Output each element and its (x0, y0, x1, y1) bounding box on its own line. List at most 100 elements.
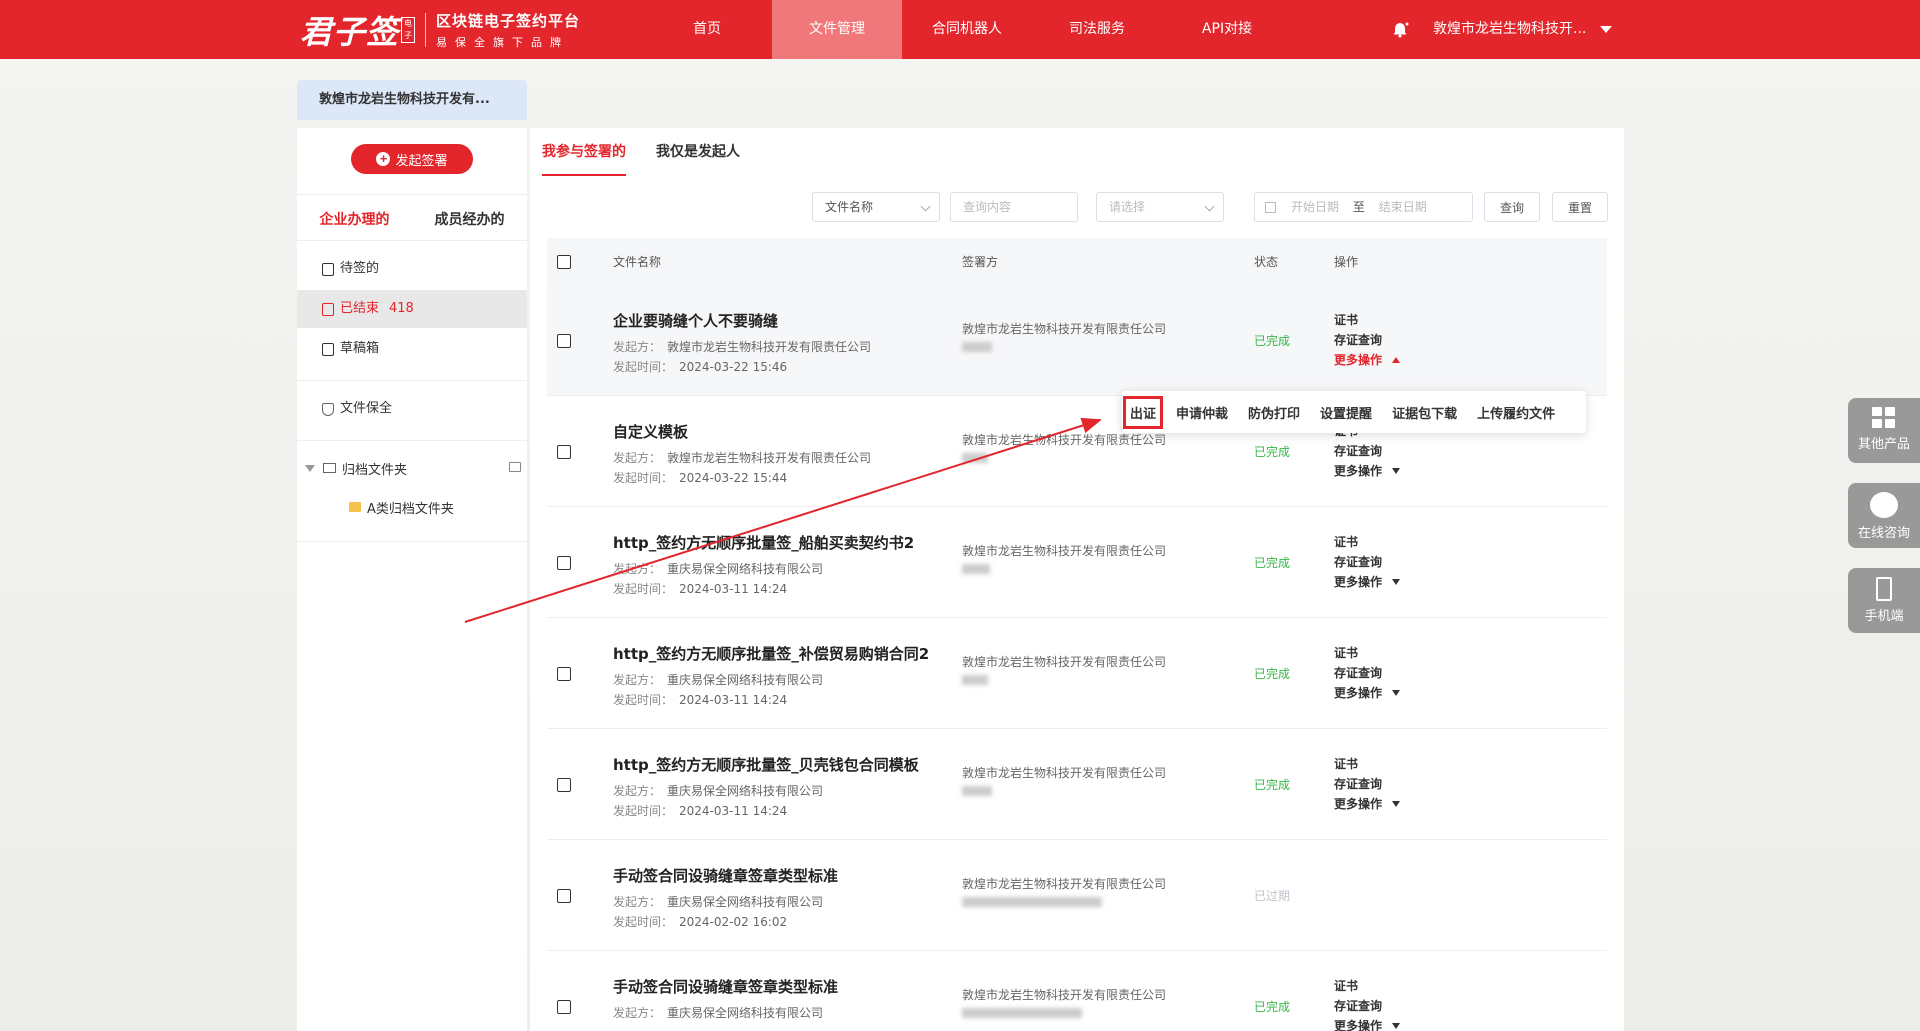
time-value: 2024-03-11 14:24 (679, 693, 788, 707)
nav-judicial-service[interactable]: 司法服务 (1032, 0, 1162, 59)
field-select-value: 文件名称 (825, 200, 874, 214)
evidence-query-link[interactable]: 存证查询 (1334, 552, 1400, 572)
table-row[interactable]: http_签约方无顺序批量签_补偿贸易购销合同2 发起方： 重庆易保全网络科技有限公… (547, 619, 1607, 729)
caret-down-icon[interactable] (305, 464, 315, 472)
chat-icon (1870, 492, 1898, 518)
phone-icon (1876, 577, 1892, 601)
current-company[interactable]: 敦煌市龙岩生物科技开... (1433, 0, 1586, 59)
status-badge: 已过期 (1254, 889, 1291, 903)
certificate-link[interactable]: 证书 (1334, 976, 1400, 996)
evidence-query-link[interactable]: 存证查询 (1334, 330, 1400, 350)
caret-up-icon (1392, 357, 1401, 363)
search-button[interactable]: 查询 (1484, 192, 1540, 222)
certificate-link[interactable]: 证书 (1334, 754, 1400, 774)
divider (297, 240, 527, 241)
date-range-picker[interactable]: 开始日期 至 结束日期 (1254, 192, 1473, 222)
evidence-query-link[interactable]: 存证查询 (1334, 663, 1400, 683)
reset-button[interactable]: 重置 (1552, 192, 1608, 222)
tab-members[interactable]: 成员经办的 (412, 200, 527, 240)
nav-api[interactable]: API对接 (1162, 0, 1292, 59)
certificate-link[interactable]: 证书 (1334, 643, 1400, 663)
redacted-signer (962, 675, 988, 685)
chevron-down-icon[interactable] (1600, 26, 1612, 33)
initiator-label: 发起方： (613, 1006, 662, 1020)
bell-icon[interactable] (1391, 20, 1409, 38)
time-value: 2024-03-22 15:44 (679, 471, 788, 485)
status-badge: 已完成 (1254, 334, 1291, 348)
row-checkbox[interactable] (557, 334, 571, 348)
more-actions-toggle[interactable]: 更多操作 (1334, 683, 1401, 703)
menu-item-upload-fulfillment[interactable]: 上传履约文件 (1477, 403, 1555, 422)
menu-item-certificate[interactable]: 出证 (1122, 395, 1164, 429)
row-checkbox[interactable] (557, 667, 571, 681)
tab-enterprise[interactable]: 企业办理的 (297, 200, 412, 240)
more-actions-toggle[interactable]: 更多操作 (1334, 1016, 1401, 1031)
evidence-query-link[interactable]: 存证查询 (1334, 774, 1400, 794)
company-tab[interactable]: 敦煌市龙岩生物科技开发有... (297, 80, 527, 120)
table-row[interactable]: http_签约方无顺序批量签_船舶买卖契约书2 发起方： 重庆易保全网络科技有限公司… (547, 508, 1607, 618)
sidebar-item-pending[interactable]: 待签的 (297, 250, 527, 288)
select-all-checkbox[interactable] (557, 255, 571, 269)
sidebar-item-finished[interactable]: 已结束 418 (297, 290, 527, 328)
table-row[interactable]: 企业要骑缝个人不要骑缝 发起方： 敦煌市龙岩生物科技开发有限责任公司 发起时间： 202… (547, 286, 1607, 396)
menu-item-arbitration[interactable]: 申请仲裁 (1176, 403, 1228, 422)
sidebar-item-drafts[interactable]: 草稿箱 (297, 330, 527, 368)
document-title[interactable]: http_签约方无顺序批量签_船舶买卖契约书2 (613, 532, 914, 553)
menu-item-reminder[interactable]: 设置提醒 (1320, 403, 1372, 422)
row-actions: 证书存证查询更多操作 (1334, 532, 1401, 592)
online-consult-label: 在线咨询 (1857, 526, 1910, 541)
tab-initiator-only[interactable]: 我仅是发起人 (656, 128, 740, 176)
more-actions-toggle[interactable]: 更多操作 (1334, 461, 1401, 481)
mobile-button[interactable]: 手机端 (1848, 568, 1920, 633)
table-row[interactable]: 手动签合同设骑缝章签章类型标准 发起方： 重庆易保全网络科技有限公司 敦煌市龙岩生物科… (547, 952, 1607, 1031)
document-icon (322, 262, 334, 276)
status-badge: 已完成 (1254, 778, 1291, 792)
more-actions-toggle[interactable]: 更多操作 (1334, 350, 1401, 370)
row-checkbox[interactable] (557, 556, 571, 570)
logo[interactable]: 君子签 电子 区块链电子签约平台 易保全旗下品牌 (300, 8, 580, 52)
status-select[interactable]: 请选择 (1096, 192, 1224, 222)
document-title[interactable]: 手动签合同设骑缝章签章类型标准 (613, 976, 838, 997)
tab-participated[interactable]: 我参与签署的 (542, 128, 626, 176)
document-title[interactable]: 企业要骑缝个人不要骑缝 (613, 310, 778, 331)
field-select[interactable]: 文件名称 (812, 192, 940, 222)
more-actions-toggle[interactable]: 更多操作 (1334, 572, 1401, 592)
certificate-link[interactable]: 证书 (1334, 310, 1400, 330)
menu-item-anti-fake-print[interactable]: 防伪打印 (1248, 403, 1300, 422)
query-input[interactable]: 查询内容 (950, 192, 1078, 222)
row-checkbox[interactable] (557, 1000, 571, 1014)
evidence-query-link[interactable]: 存证查询 (1334, 996, 1400, 1016)
launch-sign-button[interactable]: + 发起签署 (351, 144, 473, 174)
document-title[interactable]: http_签约方无顺序批量签_贝壳钱包合同模板 (613, 754, 919, 775)
table-header: 文件名称 签署方 状态 操作 (547, 238, 1607, 286)
sidebar-item-label: 待签的 (340, 261, 380, 276)
sidebar-item-preserve[interactable]: 文件保全 (297, 390, 527, 428)
nav-home[interactable]: 首页 (642, 0, 772, 59)
initiator: 发起方： 重庆易保全网络科技有限公司 (613, 782, 823, 799)
row-actions: 证书存证查询更多操作 (1334, 643, 1401, 703)
archive-subfolder[interactable]: A类归档文件夹 (297, 490, 527, 524)
more-actions-label: 更多操作 (1334, 464, 1383, 478)
row-checkbox[interactable] (557, 778, 571, 792)
more-actions-toggle[interactable]: 更多操作 (1334, 794, 1401, 814)
certificate-link[interactable]: 证书 (1334, 532, 1400, 552)
row-checkbox[interactable] (557, 889, 571, 903)
other-products-button[interactable]: 其他产品 (1848, 398, 1920, 463)
add-folder-icon[interactable] (509, 462, 521, 472)
initiator-label: 发起方： (613, 451, 662, 465)
document-title[interactable]: http_签约方无顺序批量签_补偿贸易购销合同2 (613, 643, 929, 664)
evidence-query-link[interactable]: 存证查询 (1334, 441, 1400, 461)
online-consult-button[interactable]: 在线咨询 (1848, 483, 1920, 548)
table-row[interactable]: 手动签合同设骑缝章签章类型标准 发起方： 重庆易保全网络科技有限公司 发起时间： 202… (547, 841, 1607, 951)
menu-item-evidence-download[interactable]: 证据包下载 (1392, 403, 1457, 422)
document-title[interactable]: 自定义模板 (613, 421, 688, 442)
archive-folder[interactable]: 归档文件夹 (297, 450, 527, 486)
row-checkbox[interactable] (557, 445, 571, 459)
nav-contract-robot[interactable]: 合同机器人 (902, 0, 1032, 59)
more-actions-label: 更多操作 (1334, 797, 1383, 811)
nav-file-management[interactable]: 文件管理 (772, 0, 902, 59)
sidebar: + 发起签署 企业办理的 成员经办的 待签的 已结束 418 草稿箱 文件保全 … (297, 128, 527, 1031)
document-title[interactable]: 手动签合同设骑缝章签章类型标准 (613, 865, 838, 886)
table-row[interactable]: http_签约方无顺序批量签_贝壳钱包合同模板发起方： 重庆易保全网络科技有限公司… (547, 730, 1607, 840)
main-tabs: 我参与签署的 我仅是发起人 (542, 128, 770, 176)
